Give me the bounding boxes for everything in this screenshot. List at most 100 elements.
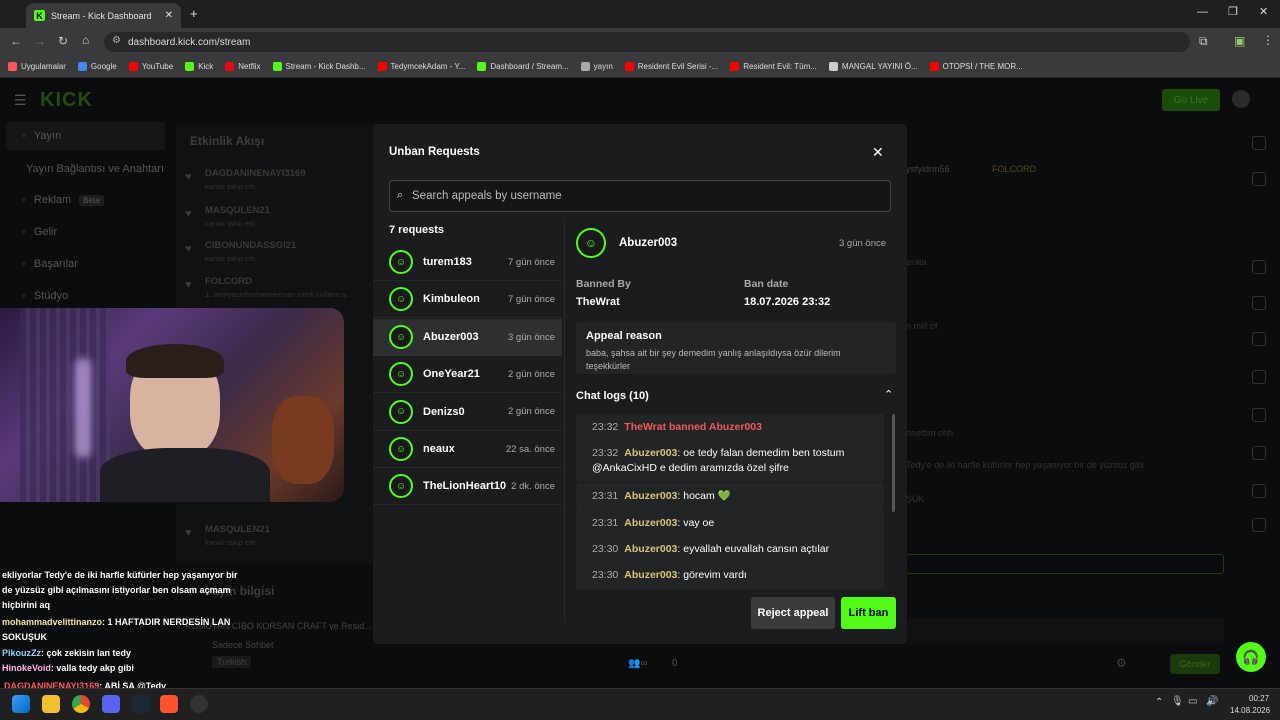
- clock-date[interactable]: 14.08.2026: [1230, 706, 1270, 715]
- kick-logo[interactable]: KICK: [40, 89, 93, 112]
- extensions-icon[interactable]: ⧉: [1199, 34, 1208, 49]
- file-explorer-icon[interactable]: [42, 695, 60, 713]
- support-chat-icon[interactable]: 🎧: [1236, 642, 1266, 672]
- reload-icon[interactable]: ↻: [58, 34, 68, 48]
- log-username[interactable]: Abuzer003: [624, 447, 677, 459]
- reject-appeal-button[interactable]: Reject appeal: [751, 597, 835, 629]
- hamburger-icon[interactable]: ☰: [14, 92, 27, 109]
- obs-icon[interactable]: [190, 695, 208, 713]
- sidebar-item-5[interactable]: ◦ Stüdyo: [6, 282, 165, 310]
- sidebar-item-4[interactable]: ◦ Başarılar: [6, 250, 165, 278]
- bookmark-item[interactable]: MANGAL YAYINI Ö...: [828, 62, 918, 71]
- overlay-chat-text: ekliyorlar Tedy'e de iki harfle küfürler…: [2, 570, 238, 610]
- discord-icon[interactable]: [102, 695, 120, 713]
- request-item[interactable]: ☺ Abuzer003 3 gün önce: [373, 318, 562, 356]
- url-text: dashboard.kick.com/stream: [128, 36, 251, 48]
- clock-time[interactable]: 00:27: [1249, 694, 1269, 703]
- chat-icon[interactable]: [1252, 332, 1266, 346]
- lamp-glow: [75, 358, 91, 458]
- bookmark-item[interactable]: yayın: [580, 62, 613, 71]
- modal-close-icon[interactable]: ✕: [872, 144, 884, 161]
- log-username[interactable]: Abuzer003: [624, 543, 677, 555]
- bookmark-item[interactable]: Resident Evil Serisi -...: [624, 62, 718, 71]
- sidebar-item-1[interactable]: Yayın Bağlantısı ve Anahtarı: [6, 155, 165, 183]
- mic-icon[interactable]: 🎙: [1171, 696, 1184, 707]
- request-item[interactable]: ☺ TheLionHeart10 2 dk. önce: [373, 468, 562, 506]
- log-username[interactable]: Abuzer003: [624, 569, 677, 581]
- sidebar-item-label: Gelir: [33, 226, 58, 238]
- sidebar-item-0[interactable]: ◦ Yayın: [6, 122, 165, 150]
- send-button[interactable]: Gönder: [1170, 654, 1220, 674]
- bookmark-item[interactable]: Stream - Kick Dashb...: [272, 62, 366, 71]
- selected-time: 3 gün önce: [839, 238, 887, 249]
- sidebar-item-2[interactable]: ◦ Reklam Beta: [6, 186, 165, 214]
- bookmark-item[interactable]: Google: [77, 62, 117, 71]
- forward-icon[interactable]: →: [34, 34, 46, 48]
- chat-message-input[interactable]: [906, 618, 1224, 644]
- appeal-search-input[interactable]: ⌕ Search appeals by username: [389, 180, 891, 212]
- edit-icon[interactable]: [1252, 172, 1266, 186]
- home-icon[interactable]: ⌂: [82, 33, 89, 47]
- bookmark-item[interactable]: OTOPSİ / THE MOR...: [929, 62, 1023, 71]
- minimize-icon[interactable]: —: [1197, 6, 1208, 18]
- log-username[interactable]: Abuzer003: [624, 517, 677, 529]
- bookmark-item[interactable]: TedymcekAdam - Y...: [377, 62, 465, 71]
- info-icon[interactable]: [1252, 136, 1266, 150]
- share-icon[interactable]: [1252, 484, 1266, 498]
- chevron-up-icon[interactable]: ⌃: [884, 388, 893, 401]
- profile-icon[interactable]: ▣: [1234, 34, 1245, 48]
- address-bar[interactable]: ⚙ dashboard.kick.com/stream: [104, 32, 1190, 52]
- window-close-icon[interactable]: ✕: [1259, 5, 1268, 18]
- request-item[interactable]: ☺ Denizs0 2 gün önce: [373, 394, 562, 431]
- broadcast-signal-icon[interactable]: [1252, 370, 1266, 384]
- sidebar-item-label: Reklam: [33, 194, 72, 206]
- browser-tab[interactable]: K Stream - Kick Dashboard ✕: [26, 3, 181, 28]
- viewers-icon: 👥∞: [628, 658, 648, 669]
- request-item[interactable]: ☺ Kimbuleon 7 gün önce: [373, 281, 562, 319]
- bookmark-item[interactable]: Kick: [185, 62, 213, 71]
- list-icon[interactable]: [1252, 408, 1266, 422]
- bookmark-favicon-icon: [272, 62, 282, 71]
- lift-ban-button[interactable]: Lift ban: [841, 597, 896, 629]
- chrome-icon[interactable]: [72, 695, 90, 713]
- bookmark-favicon-icon: [225, 62, 235, 71]
- overlay-chat-message: ekliyorlar Tedy'e de iki harfle küfürler…: [2, 568, 242, 613]
- back-icon[interactable]: ←: [10, 34, 22, 48]
- go-live-button[interactable]: Go Live: [1162, 89, 1220, 111]
- bookmark-item[interactable]: Dashboard / Stream...: [477, 62, 569, 71]
- volume-icon[interactable]: 🔊: [1206, 696, 1218, 707]
- bookmark-item[interactable]: Uygulamalar: [8, 62, 66, 71]
- request-item[interactable]: ☺ neaux 22 sa. önce: [373, 431, 562, 468]
- log-scrollbar[interactable]: [892, 414, 895, 512]
- log-username[interactable]: Abuzer003: [624, 490, 677, 502]
- bookmark-item[interactable]: Resident Evil: Tüm...: [730, 62, 817, 71]
- log-text: : görevim vardı: [677, 569, 747, 581]
- chat-settings-icon[interactable]: ⚙: [1116, 656, 1127, 670]
- bookmark-item[interactable]: YouTube: [128, 62, 173, 71]
- user-avatar[interactable]: [1232, 90, 1250, 108]
- request-item[interactable]: ☺ turem183 7 gün önce: [373, 244, 562, 281]
- steam-icon[interactable]: [132, 695, 150, 713]
- menu-icon[interactable]: ⋮: [1262, 33, 1274, 47]
- request-avatar: ☺: [389, 362, 413, 387]
- overlay-chat-user: mohammadvelittinanzo: [2, 617, 103, 627]
- brave-icon[interactable]: [160, 695, 178, 713]
- maximize-icon[interactable]: ❐: [1228, 5, 1238, 18]
- bookmark-favicon-icon: [624, 62, 634, 71]
- request-item[interactable]: ☺ OneYear21 2 gün önce: [373, 356, 562, 394]
- tab-close-icon[interactable]: ✕: [165, 10, 173, 21]
- chat-input-box[interactable]: [906, 554, 1224, 574]
- sidebar-item-3[interactable]: ◦ Gelir: [6, 218, 165, 246]
- wrench-icon[interactable]: [1252, 446, 1266, 460]
- new-tab-icon[interactable]: +: [190, 6, 198, 21]
- bolt-icon[interactable]: [1252, 260, 1266, 274]
- note-icon[interactable]: [1252, 296, 1266, 310]
- windows-start-icon[interactable]: [12, 695, 30, 713]
- tray-chevron-icon[interactable]: ⌃: [1155, 697, 1163, 708]
- request-username: turem183: [423, 256, 472, 268]
- bookmark-item[interactable]: Netflix: [225, 62, 261, 71]
- site-info-icon[interactable]: ⚙: [112, 35, 121, 46]
- request-time: 3 gün önce: [507, 331, 555, 343]
- shield-icon[interactable]: [1252, 518, 1266, 532]
- network-icon[interactable]: ▭: [1188, 696, 1197, 707]
